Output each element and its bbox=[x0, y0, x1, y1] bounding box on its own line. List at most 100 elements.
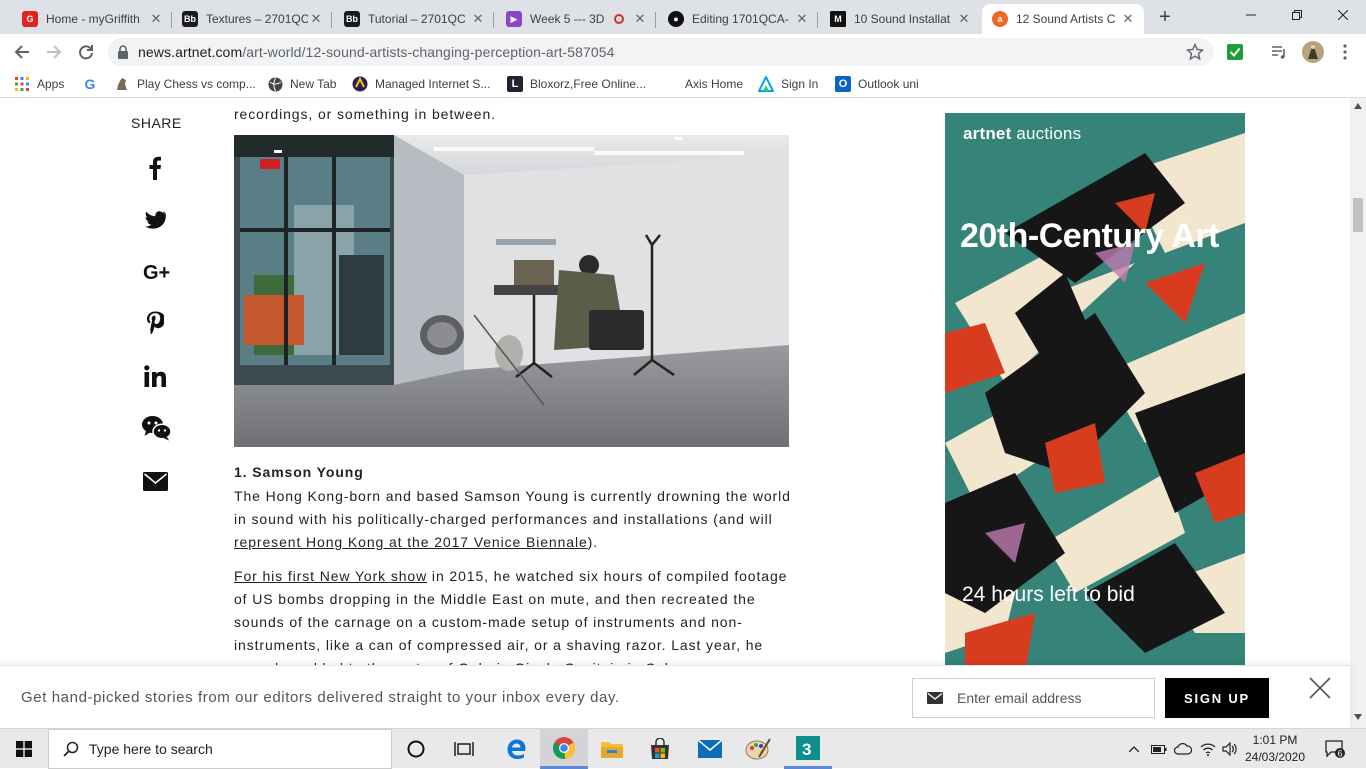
chrome-taskbar-icon[interactable] bbox=[540, 729, 588, 769]
wechat-icon[interactable] bbox=[142, 413, 172, 443]
microsoft-store-taskbar-icon[interactable] bbox=[636, 729, 684, 769]
restore-icon bbox=[1292, 10, 1302, 20]
lock-icon[interactable] bbox=[108, 45, 138, 59]
volume-tray-icon[interactable] bbox=[1218, 729, 1242, 769]
facebook-icon[interactable] bbox=[140, 153, 170, 183]
bookmark-outlook[interactable]: O Outlook uni bbox=[835, 75, 919, 93]
3dsmax-taskbar-icon[interactable]: 3 bbox=[784, 729, 832, 769]
edge-taskbar-icon[interactable] bbox=[492, 729, 540, 769]
tab-title: Editing 1701QCA- bbox=[692, 12, 789, 26]
tab-mygriffith[interactable]: G Home - myGriffith ✕ bbox=[12, 4, 172, 34]
taskbar-search-box[interactable]: Type here to search bbox=[48, 729, 392, 769]
close-tab-icon[interactable]: ✕ bbox=[794, 11, 810, 27]
browser-toolbar: news.artnet.com/art-world/12-sound-artis… bbox=[0, 34, 1366, 70]
minimize-button[interactable] bbox=[1228, 0, 1274, 30]
mail-taskbar-icon[interactable] bbox=[686, 729, 734, 769]
chrome-icon bbox=[552, 736, 576, 759]
task-view-button[interactable] bbox=[440, 729, 488, 769]
start-button[interactable] bbox=[0, 729, 48, 769]
search-icon bbox=[63, 741, 79, 757]
bookmark-label: Bloxorz,Free Online... bbox=[530, 77, 647, 91]
axis-icon bbox=[662, 76, 678, 92]
taskbar-clock[interactable]: 1:01 PM 24/03/2020 bbox=[1240, 732, 1310, 766]
close-tab-icon[interactable]: ✕ bbox=[632, 11, 648, 27]
close-newsletter-button[interactable] bbox=[1308, 676, 1332, 700]
reload-button[interactable] bbox=[72, 38, 100, 66]
tab-editing[interactable]: ● Editing 1701QCA- ✕ bbox=[658, 4, 818, 34]
checkmark-extension-icon[interactable] bbox=[1226, 43, 1244, 61]
venice-biennale-link[interactable]: represent Hong Kong at the 2017 Venice B… bbox=[234, 534, 588, 550]
bookmark-apps[interactable]: Apps bbox=[14, 75, 64, 93]
pinterest-icon[interactable] bbox=[140, 308, 170, 338]
scroll-down-icon[interactable] bbox=[1354, 714, 1362, 720]
first-new-york-show-link[interactable]: For his first New York show bbox=[234, 568, 427, 584]
close-window-button[interactable] bbox=[1320, 0, 1366, 30]
close-tab-icon[interactable]: ✕ bbox=[470, 11, 486, 27]
url-text: news.artnet.com/art-world/12-sound-artis… bbox=[138, 44, 615, 60]
email-icon[interactable] bbox=[140, 466, 170, 496]
tab-tutorial[interactable]: Bb Tutorial – 2701QC ✕ bbox=[334, 4, 494, 34]
linkedin-icon[interactable] bbox=[140, 361, 170, 391]
onedrive-tray-icon[interactable] bbox=[1172, 729, 1194, 769]
google-icon: G bbox=[84, 76, 96, 92]
scrollbar-thumb[interactable] bbox=[1353, 198, 1363, 232]
paragraph-2-text: in 2015, he watched six hours of compile… bbox=[234, 568, 788, 676]
wifi-tray-icon[interactable] bbox=[1196, 729, 1220, 769]
email-field[interactable] bbox=[912, 678, 1155, 718]
chrome-menu-button[interactable] bbox=[1336, 43, 1354, 61]
bookmark-play-chess[interactable]: Play Chess vs comp... bbox=[114, 75, 256, 93]
address-bar[interactable]: news.artnet.com/art-world/12-sound-artis… bbox=[108, 38, 1214, 66]
back-button[interactable] bbox=[8, 38, 36, 66]
bookmark-bloxorz[interactable]: L Bloxorz,Free Online... bbox=[507, 75, 646, 93]
battery-tray-icon[interactable] bbox=[1148, 729, 1170, 769]
tab-title: Tutorial – 2701QC bbox=[368, 12, 466, 26]
artnet-auctions-logo: artnet auctions bbox=[963, 124, 1081, 144]
page-scrollbar[interactable] bbox=[1350, 98, 1366, 728]
task-view-icon bbox=[454, 742, 474, 756]
profile-avatar[interactable] bbox=[1302, 41, 1324, 63]
scroll-up-icon[interactable] bbox=[1354, 103, 1362, 109]
speaker-icon bbox=[1222, 742, 1237, 756]
sign-up-button[interactable]: SIGN UP bbox=[1165, 678, 1269, 718]
close-tab-icon[interactable]: ✕ bbox=[956, 11, 972, 27]
new-tab-button[interactable]: + bbox=[1154, 6, 1176, 28]
google-plus-icon[interactable]: G+ bbox=[143, 257, 173, 287]
close-tab-icon[interactable]: ✕ bbox=[1120, 11, 1136, 27]
3ds-max-icon: 3 bbox=[796, 735, 820, 760]
ad-brand-bold: artnet bbox=[963, 124, 1012, 143]
bookmark-new-tab[interactable]: New Tab bbox=[267, 75, 336, 93]
tab-week5[interactable]: ▶ Week 5 --- 3D ✕ bbox=[496, 4, 656, 34]
twitter-icon[interactable] bbox=[140, 205, 170, 235]
tab-textures[interactable]: Bb Textures – 2701QC ✕ bbox=[172, 4, 332, 34]
close-tab-icon[interactable]: ✕ bbox=[148, 11, 164, 27]
show-hidden-icons-button[interactable] bbox=[1124, 729, 1144, 769]
action-center-button[interactable]: 6 bbox=[1318, 729, 1352, 769]
tab-title: 10 Sound Installat bbox=[854, 12, 951, 26]
bookmark-google[interactable]: G bbox=[82, 75, 105, 93]
more-vert-icon bbox=[1343, 44, 1347, 60]
bookmark-star-icon[interactable] bbox=[1185, 42, 1205, 66]
email-input[interactable] bbox=[957, 690, 1147, 706]
forward-button[interactable] bbox=[40, 38, 68, 66]
file-explorer-taskbar-icon[interactable] bbox=[588, 729, 636, 769]
forward-arrow-icon bbox=[47, 45, 62, 59]
back-arrow-icon bbox=[14, 45, 29, 59]
tab-title: Textures – 2701QC bbox=[206, 12, 308, 26]
profile-icon bbox=[1308, 44, 1318, 59]
artnet-auctions-ad[interactable]: artnet auctions 20th-Century Art 24 hour… bbox=[945, 113, 1245, 673]
restore-button[interactable] bbox=[1274, 0, 1320, 30]
tab-10-sound-installations[interactable]: M 10 Sound Installat ✕ bbox=[820, 4, 980, 34]
lead-paragraph-line: recordings, or something in between. bbox=[234, 106, 496, 122]
windows-taskbar: Type here to search 3 1:01 PM 24/03/2020… bbox=[0, 728, 1366, 769]
close-tab-icon[interactable]: ✕ bbox=[308, 11, 324, 27]
bookmark-sign-in[interactable]: Sign In bbox=[758, 75, 818, 93]
bookmark-managed-internet[interactable]: Managed Internet S... bbox=[352, 75, 490, 93]
ad-cta: 24 hours left to bid bbox=[962, 583, 1135, 606]
battery-icon bbox=[1151, 744, 1167, 754]
paint-taskbar-icon[interactable] bbox=[734, 729, 782, 769]
cortana-button[interactable] bbox=[392, 729, 440, 769]
media-controls-icon[interactable] bbox=[1270, 43, 1288, 61]
minimize-icon bbox=[1246, 14, 1256, 16]
bookmark-axis-home[interactable]: Axis Home bbox=[662, 75, 743, 93]
tab-12-sound-artists[interactable]: a 12 Sound Artists C ✕ bbox=[982, 4, 1144, 34]
